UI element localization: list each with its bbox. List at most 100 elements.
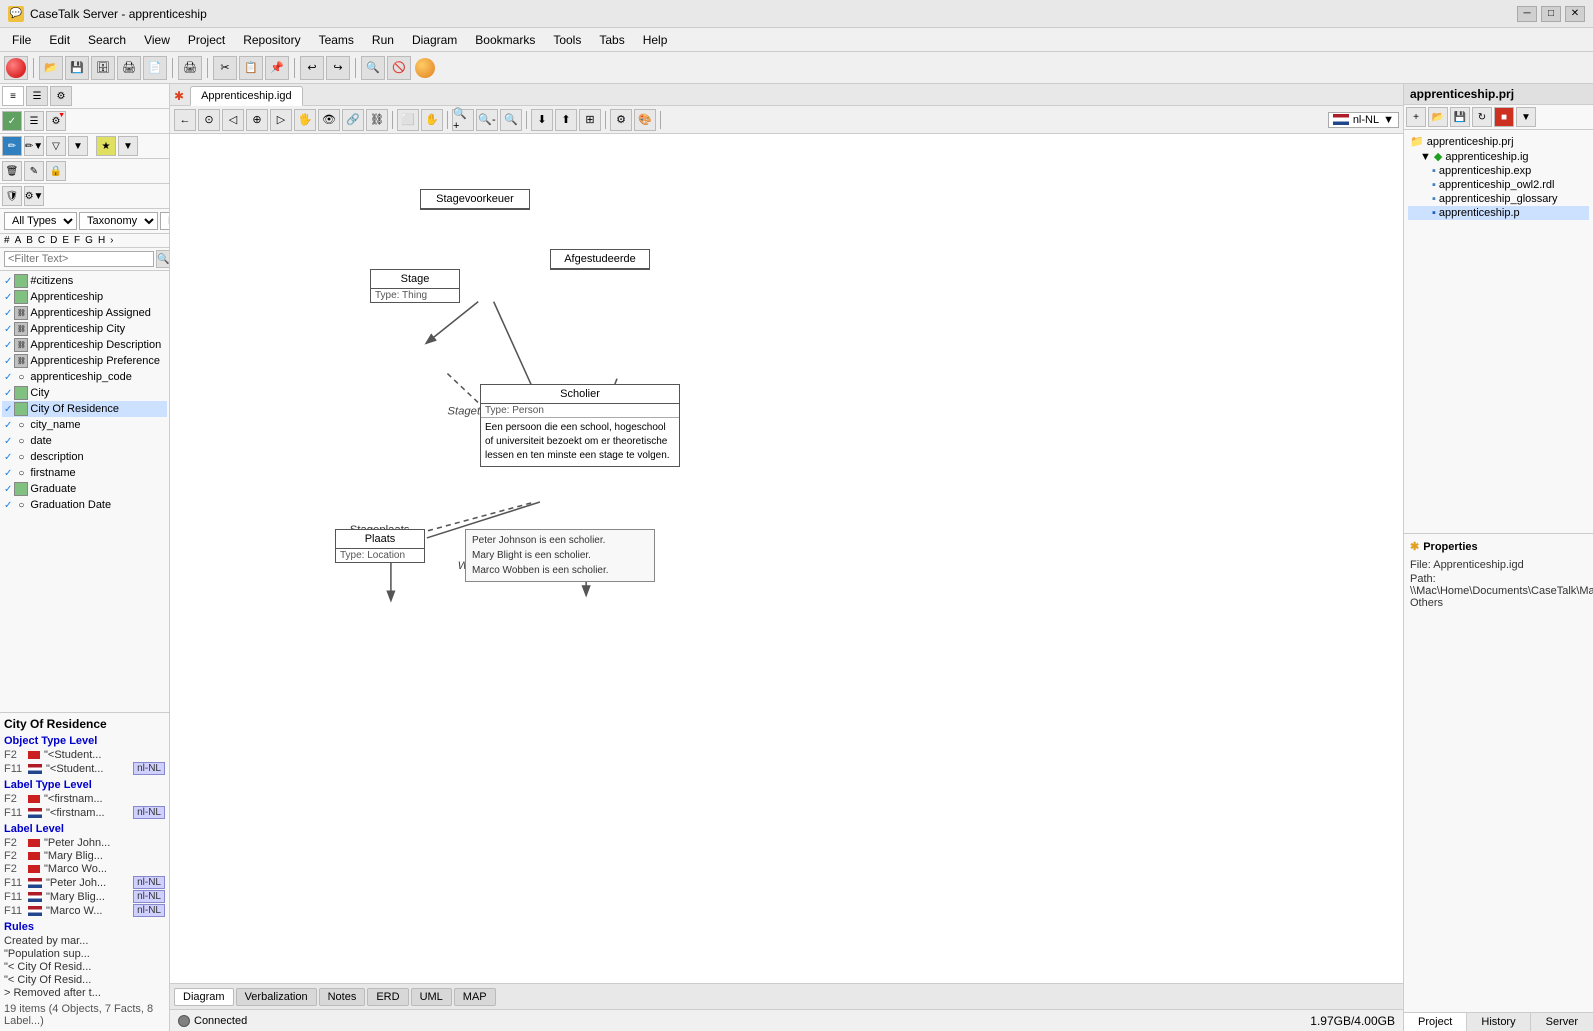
- dt-up[interactable]: ▷: [270, 109, 292, 131]
- rp-item-glossary[interactable]: ▪ apprenticeship_glossary: [1408, 192, 1589, 206]
- list-item-apprenticeship[interactable]: ✓ Apprenticeship: [2, 289, 167, 305]
- menu-help[interactable]: Help: [635, 31, 676, 49]
- rp-save[interactable]: 💾: [1450, 107, 1470, 127]
- lt-icon-check[interactable]: ✓: [2, 111, 22, 131]
- rule-3[interactable]: "< City Of Resid...: [4, 961, 165, 973]
- rp-settings[interactable]: ■: [1494, 107, 1514, 127]
- menu-edit[interactable]: Edit: [41, 31, 78, 49]
- menu-tabs[interactable]: Tabs: [591, 31, 632, 49]
- toolbar-redo[interactable]: ↪: [326, 56, 350, 80]
- left-tab-2[interactable]: ☰: [26, 86, 48, 106]
- list-item-city-name[interactable]: ✓ ○ city_name: [2, 417, 167, 433]
- alpha-d[interactable]: C: [36, 235, 47, 246]
- list-item-graduation-date[interactable]: ✓ ○ Graduation Date: [2, 497, 167, 513]
- dt-right[interactable]: ⊕: [246, 109, 268, 131]
- close-button[interactable]: ✕: [1565, 6, 1585, 22]
- btab-verbalization[interactable]: Verbalization: [236, 988, 317, 1006]
- filter-input[interactable]: [4, 251, 154, 267]
- menu-project[interactable]: Project: [180, 31, 233, 49]
- rp-sync[interactable]: ↻: [1472, 107, 1492, 127]
- rp-btab-project[interactable]: Project: [1404, 1013, 1467, 1031]
- list-item-description[interactable]: ✓ ○ description: [2, 449, 167, 465]
- dt-grid[interactable]: ⊞: [579, 109, 601, 131]
- alpha-next[interactable]: ›: [108, 235, 115, 246]
- toolbar-print2[interactable]: 🖨: [178, 56, 202, 80]
- dt-zoom-in[interactable]: 🔍+: [452, 109, 474, 131]
- lt-filter-drop[interactable]: ▼: [68, 136, 88, 156]
- lt-star[interactable]: ★: [96, 136, 116, 156]
- lt-pencil-drop[interactable]: ✏▼: [24, 136, 44, 156]
- list-item-apprenticeship-preference[interactable]: ✓ ⛓ Apprenticeship Preference: [2, 353, 167, 369]
- title-bar-controls[interactable]: ─ □ ✕: [1517, 6, 1585, 22]
- dt-zoom-fit[interactable]: 🔍: [500, 109, 522, 131]
- toolbar-save[interactable]: 💾: [65, 56, 89, 80]
- minimize-button[interactable]: ─: [1517, 6, 1537, 22]
- dt-settings[interactable]: ⚙: [610, 109, 632, 131]
- lt-gear2[interactable]: ⚙▼: [24, 186, 44, 206]
- menu-view[interactable]: View: [136, 31, 178, 49]
- alpha-e[interactable]: D: [48, 235, 59, 246]
- menu-tools[interactable]: Tools: [545, 31, 589, 49]
- alpha-g[interactable]: F: [72, 235, 82, 246]
- dt-paint[interactable]: 🎨: [634, 109, 656, 131]
- lt-icon-gear[interactable]: ⚙▼: [46, 111, 66, 131]
- alpha-f[interactable]: E: [60, 235, 71, 246]
- rp-open[interactable]: 📂: [1428, 107, 1448, 127]
- node-scholier[interactable]: Scholier Type: Person Een persoon die ee…: [480, 384, 680, 467]
- maximize-button[interactable]: □: [1541, 6, 1561, 22]
- rp-btab-server[interactable]: Server: [1531, 1013, 1593, 1031]
- menu-run[interactable]: Run: [364, 31, 402, 49]
- rp-btab-history[interactable]: History: [1467, 1013, 1530, 1031]
- rp-item-owl2[interactable]: ▪ apprenticeship_owl2.rdl: [1408, 178, 1589, 192]
- dt-back[interactable]: ←: [174, 109, 196, 131]
- lang-selector[interactable]: nl-NL ▼: [1328, 112, 1399, 128]
- dt-left[interactable]: ◁: [222, 109, 244, 131]
- dt-forward[interactable]: ⊙: [198, 109, 220, 131]
- list-item-apprenticeship-assigned[interactable]: ✓ ⛓ Apprenticeship Assigned: [2, 305, 167, 321]
- lt-pencil2[interactable]: ✎: [24, 161, 44, 181]
- dt-up-arrow[interactable]: ⬆: [555, 109, 577, 131]
- lt-icon-list[interactable]: ☰: [24, 111, 44, 131]
- node-plaats[interactable]: Plaats Type: Location: [335, 529, 425, 563]
- menu-bookmarks[interactable]: Bookmarks: [467, 31, 543, 49]
- alpha-b[interactable]: A: [13, 235, 24, 246]
- toolbar-doc[interactable]: 📄: [143, 56, 167, 80]
- lt-star-drop[interactable]: ▼: [118, 136, 138, 156]
- rp-item-p[interactable]: ▪ apprenticeship.p: [1408, 206, 1589, 220]
- menu-diagram[interactable]: Diagram: [404, 31, 465, 49]
- rp-item-exp[interactable]: ▪ apprenticeship.exp: [1408, 164, 1589, 178]
- rp-item-ig[interactable]: ▼ ◆ apprenticeship.ig: [1408, 149, 1589, 164]
- rule-4[interactable]: "< City Of Resid...: [4, 974, 165, 986]
- filter-search-button[interactable]: 🔍: [156, 250, 170, 268]
- rule-1[interactable]: Created by mar...: [4, 935, 165, 947]
- dt-down-arrow[interactable]: ⬇: [531, 109, 553, 131]
- rule-5[interactable]: > Removed after t...: [4, 987, 165, 999]
- list-item-apprenticeship-city[interactable]: ✓ ⛓ Apprenticeship City: [2, 321, 167, 337]
- dt-select[interactable]: ⬜: [397, 109, 419, 131]
- type-nr-dropdown[interactable]: Nr: [160, 212, 170, 230]
- node-afgestudeerde[interactable]: Afgestudeerde: [550, 249, 650, 270]
- diagram-canvas[interactable]: Stagetoewijzing Woonplaats Stageplaats S…: [170, 134, 1403, 983]
- list-item-citizens[interactable]: ✓ #citizens: [2, 273, 167, 289]
- btab-erd[interactable]: ERD: [367, 988, 408, 1006]
- menu-file[interactable]: File: [4, 31, 39, 49]
- toolbar-undo[interactable]: ↩: [300, 56, 324, 80]
- node-stage[interactable]: Stage Type: Thing: [370, 269, 460, 303]
- dt-move[interactable]: ✋: [421, 109, 443, 131]
- type-taxonomy-dropdown[interactable]: Taxonomy: [79, 212, 158, 230]
- dt-link[interactable]: 🔗: [342, 109, 364, 131]
- menu-search[interactable]: Search: [80, 31, 134, 49]
- toolbar-copy[interactable]: 📋: [239, 56, 263, 80]
- diagram-tab-apprenticeship[interactable]: Apprenticeship.igd: [190, 86, 303, 106]
- toolbar-circle-red[interactable]: [4, 56, 28, 80]
- left-tab-3[interactable]: ⚙: [50, 86, 72, 106]
- toolbar-save2[interactable]: 🗄: [91, 56, 115, 80]
- rp-drop[interactable]: ▼: [1516, 107, 1536, 127]
- alpha-c[interactable]: B: [24, 235, 35, 246]
- rule-2[interactable]: "Population sup...: [4, 948, 165, 960]
- alpha-a[interactable]: #: [2, 235, 12, 246]
- lt-filter[interactable]: ▽: [46, 136, 66, 156]
- left-tab-1[interactable]: ≡: [2, 86, 24, 106]
- type-all-dropdown[interactable]: All Types: [4, 212, 77, 230]
- list-item-graduate[interactable]: ✓ Graduate: [2, 481, 167, 497]
